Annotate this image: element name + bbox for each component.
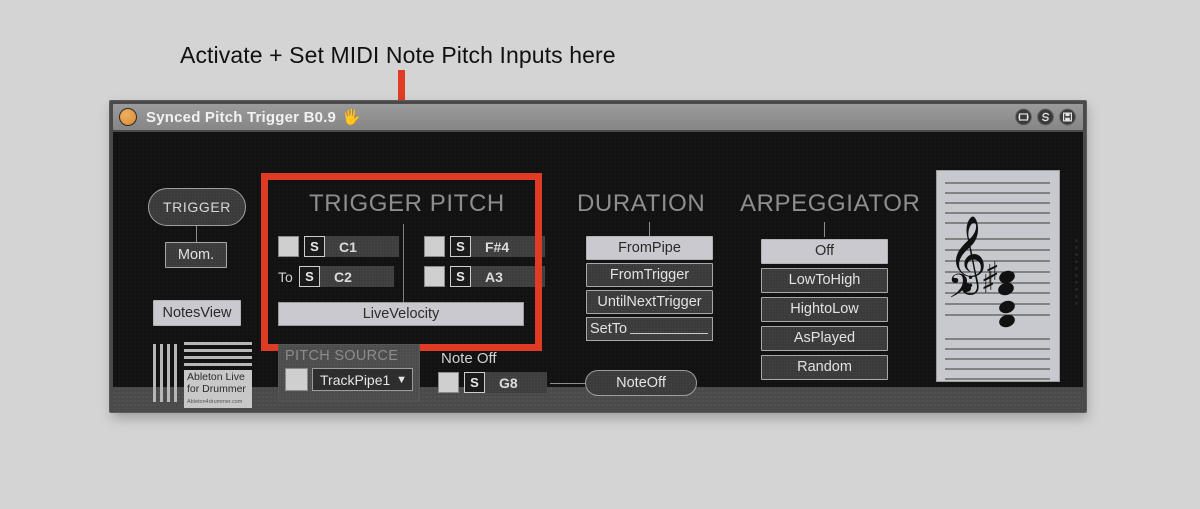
pitch-from-value[interactable]: C1 xyxy=(325,236,399,257)
pitch-source-group: PITCH SOURCE TrackPipe1 ▼ xyxy=(278,344,420,402)
duration-setto-field[interactable] xyxy=(630,322,708,334)
note-off-row[interactable]: S G8 xyxy=(438,372,547,393)
pitch-extra-1-s-button[interactable]: S xyxy=(450,236,471,257)
duration-options: FromPipe FromTrigger UntilNextTrigger Se… xyxy=(586,236,713,341)
logo-line-2: for Drummer xyxy=(187,382,246,395)
svg-text:♯: ♯ xyxy=(985,256,1000,291)
pitch-extra-2-s-button[interactable]: S xyxy=(450,266,471,287)
duration-option-frompipe[interactable]: FromPipe xyxy=(586,236,713,260)
logo-vertical-bars-icon xyxy=(153,342,177,404)
pitch-source-checkbox[interactable] xyxy=(285,368,308,391)
trigger-pitch-row-extra-1[interactable]: S F#4 xyxy=(424,236,545,257)
pitch-to-value[interactable]: C2 xyxy=(320,266,394,287)
note-off-label: Note Off xyxy=(441,350,497,367)
ableton-live-for-drummer-logo: Ableton Live for Drummer Ableton4drummer… xyxy=(153,342,258,408)
refresh-icon[interactable] xyxy=(1037,108,1054,126)
duration-setto-label: SetTo xyxy=(590,321,628,337)
trigger-pitch-title: TRIGGER PITCH xyxy=(309,190,505,217)
pitch-to-label: To xyxy=(278,268,293,285)
logo-line-1: Ableton Live xyxy=(187,371,245,383)
pitch-source-dropdown[interactable]: TrackPipe1 ▼ xyxy=(312,368,413,391)
pitch-source-label: PITCH SOURCE xyxy=(285,348,399,364)
panel-edge-texture xyxy=(1074,237,1080,307)
pitch-extra-2-value[interactable]: A3 xyxy=(471,266,545,287)
chevron-down-icon: ▼ xyxy=(396,373,407,386)
arpeggiator-option-asplayed[interactable]: AsPlayed xyxy=(761,326,888,351)
duration-option-setto[interactable]: SetTo xyxy=(586,317,713,341)
pitch-extra-1-checkbox[interactable] xyxy=(424,236,445,257)
pitch-extra-1-value[interactable]: F#4 xyxy=(471,236,545,257)
annotation-text: Activate + Set MIDI Note Pitch Inputs he… xyxy=(180,42,616,68)
live-velocity-button[interactable]: LiveVelocity xyxy=(278,302,524,326)
svg-text:𝄢: 𝄢 xyxy=(948,268,974,314)
power-led-icon[interactable] xyxy=(119,108,137,126)
note-off-button[interactable]: NoteOff xyxy=(585,370,697,396)
trigger-pitch-divider xyxy=(403,224,404,306)
trigger-pitch-row-to[interactable]: To S C2 xyxy=(278,266,394,287)
trigger-button[interactable]: TRIGGER xyxy=(148,188,246,226)
device-title: Synced Pitch Trigger B0.9 xyxy=(146,108,337,126)
arpeggiator-option-hightolow[interactable]: HightoLow xyxy=(761,297,888,322)
trigger-pitch-row-from[interactable]: S C1 xyxy=(278,236,399,257)
arpeggiator-options: Off LowToHigh HightoLow AsPlayed Random xyxy=(761,239,888,384)
pitch-extra-2-checkbox[interactable] xyxy=(424,266,445,287)
hand-icon: 🖐 xyxy=(342,108,361,126)
arpeggiator-option-off[interactable]: Off xyxy=(761,239,888,264)
arpeggiator-option-lowtohigh[interactable]: LowToHigh xyxy=(761,268,888,293)
pitch-from-s-button[interactable]: S xyxy=(304,236,325,257)
view-icon[interactable] xyxy=(1015,108,1032,126)
pitch-to-s-button[interactable]: S xyxy=(299,266,320,287)
save-icon[interactable] xyxy=(1059,108,1076,126)
duration-title: DURATION xyxy=(577,190,706,217)
titlebar-buttons xyxy=(1015,108,1076,126)
note-off-value[interactable]: G8 xyxy=(485,372,547,393)
music-staff-display[interactable]: 𝄞 𝄢 ♯ ♯ xyxy=(936,170,1060,382)
note-off-s-button[interactable]: S xyxy=(464,372,485,393)
arpeggiator-connector xyxy=(824,222,825,237)
logo-horizontal-bars-icon xyxy=(184,342,252,366)
device-window: Synced Pitch Trigger B0.9 🖐 TRIGGER Mom.… xyxy=(109,100,1087,413)
trigger-connector xyxy=(196,226,197,242)
duration-option-untilnexttrigger[interactable]: UntilNextTrigger xyxy=(586,290,713,314)
device-titlebar[interactable]: Synced Pitch Trigger B0.9 🖐 xyxy=(113,104,1083,130)
pitch-source-value: TrackPipe1 xyxy=(320,371,391,388)
pitch-from-checkbox[interactable] xyxy=(278,236,299,257)
logo-line-3: Ableton4drummer.com xyxy=(187,399,243,405)
trigger-pitch-row-extra-2[interactable]: S A3 xyxy=(424,266,545,287)
mode-button[interactable]: Mom. xyxy=(165,242,227,268)
notes-view-button[interactable]: NotesView xyxy=(153,300,241,326)
note-off-checkbox[interactable] xyxy=(438,372,459,393)
arpeggiator-option-random[interactable]: Random xyxy=(761,355,888,380)
arpeggiator-title: ARPEGGIATOR xyxy=(740,190,921,217)
logo-text-block: Ableton Live for Drummer Ableton4drummer… xyxy=(184,370,252,408)
note-off-connector xyxy=(550,383,589,384)
device-panel: TRIGGER Mom. NotesView Ableton Live for … xyxy=(113,132,1083,408)
duration-option-fromtrigger[interactable]: FromTrigger xyxy=(586,263,713,287)
duration-connector xyxy=(649,222,650,236)
